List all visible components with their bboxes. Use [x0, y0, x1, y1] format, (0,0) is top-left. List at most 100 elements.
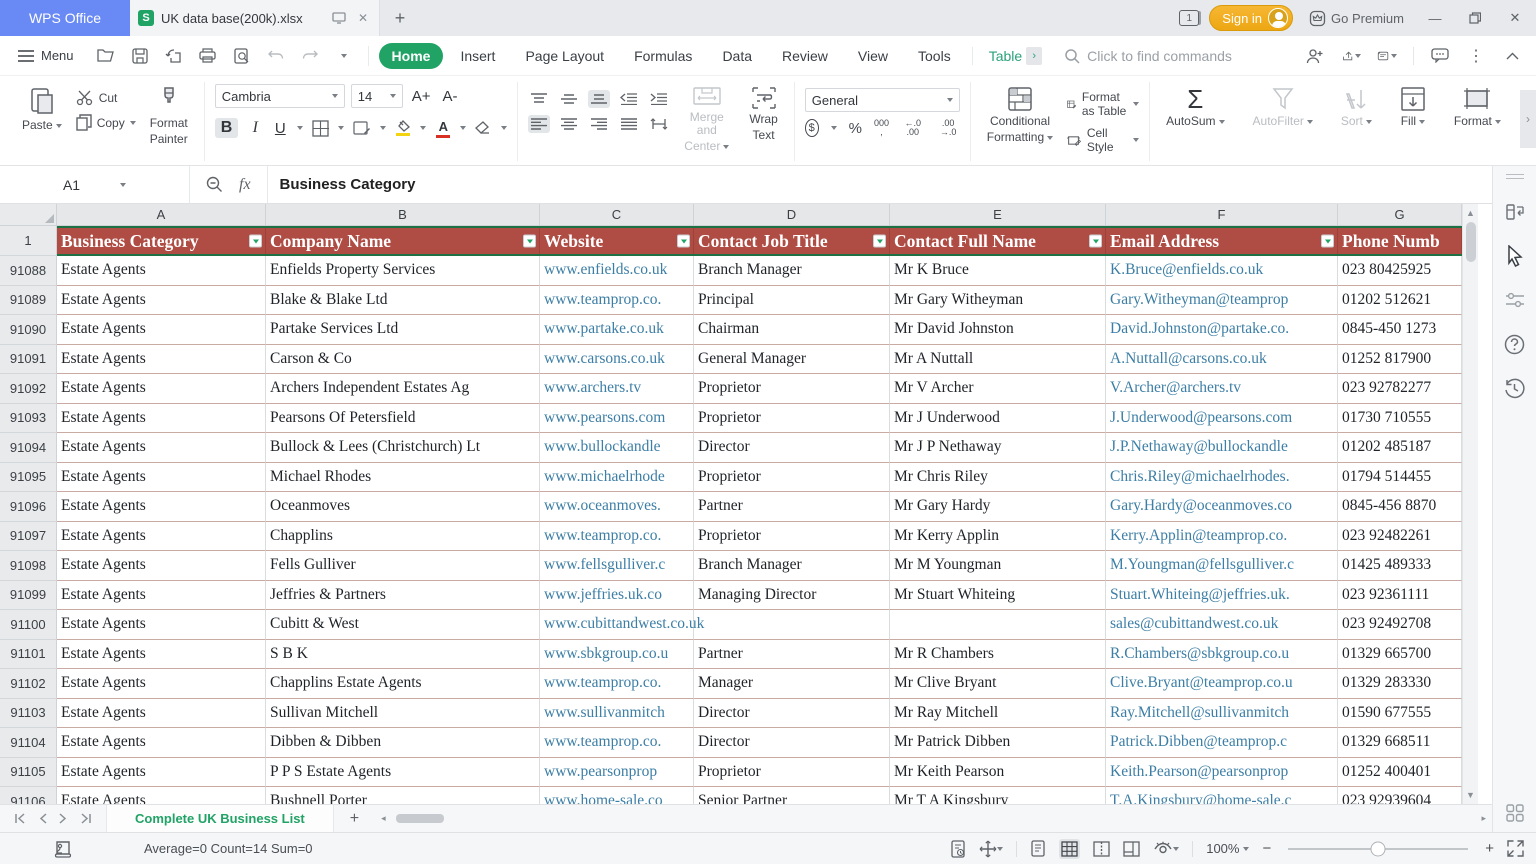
share-with-people-icon[interactable]	[1305, 46, 1325, 66]
cell-contact[interactable]: Mr T A Kingsbury	[890, 787, 1106, 804]
row-header-91091[interactable]: 91091	[0, 345, 57, 375]
cell-email[interactable]: sales@cubittandwest.co.uk	[1106, 610, 1338, 640]
cell-email[interactable]: Chris.Riley@michaelrhodes.	[1106, 463, 1338, 493]
cell-email[interactable]: Keith.Pearson@pearsonprop	[1106, 758, 1338, 788]
table-header-cell[interactable]: Email Address	[1106, 226, 1338, 256]
table-header-cell[interactable]: Contact Full Name	[890, 226, 1106, 256]
cell-website[interactable]: www.teamprop.co.	[540, 522, 694, 552]
format-button[interactable]: Format	[1448, 84, 1507, 130]
tab-table[interactable]: Table ›	[972, 47, 1046, 65]
tab-review[interactable]: Review	[769, 43, 841, 69]
cell-website[interactable]: www.sullivanmitch	[540, 699, 694, 729]
table-header-cell[interactable]: Contact Job Title	[694, 226, 890, 256]
page-break-view-icon[interactable]	[1093, 841, 1110, 857]
align-left-button[interactable]	[528, 115, 550, 133]
restore-button[interactable]	[1460, 5, 1490, 31]
cell-website[interactable]: www.pearsons.com	[540, 404, 694, 434]
cell-phone[interactable]: 023 92361111	[1338, 581, 1462, 611]
cell-email[interactable]: Kerry.Applin@teamprop.co.	[1106, 522, 1338, 552]
cell-category[interactable]: Estate Agents	[57, 315, 266, 345]
tab-insert[interactable]: Insert	[447, 43, 508, 69]
cell-contact[interactable]: Mr David Johnston	[890, 315, 1106, 345]
cell-job[interactable]: Director	[694, 728, 890, 758]
zoom-in-button[interactable]: +	[1485, 840, 1494, 857]
cell-company[interactable]: Archers Independent Estates Ag	[266, 374, 540, 404]
italic-button[interactable]: I	[247, 119, 263, 137]
tab-tools[interactable]: Tools	[905, 43, 964, 69]
cell-phone[interactable]: 023 92939604	[1338, 787, 1462, 804]
cell-job[interactable]: Managing Director	[694, 581, 890, 611]
first-sheet-icon[interactable]	[14, 813, 27, 824]
cell-job[interactable]: Branch Manager	[694, 256, 890, 286]
cell-category[interactable]: Estate Agents	[57, 728, 266, 758]
decrease-font-button[interactable]: A-	[440, 88, 461, 105]
cell-phone[interactable]: 01590 677555	[1338, 699, 1462, 729]
decrease-indent-button[interactable]	[618, 90, 640, 108]
cell-category[interactable]: Estate Agents	[57, 758, 266, 788]
row-header-91100[interactable]: 91100	[0, 610, 57, 640]
menu-button[interactable]: Menu	[10, 48, 82, 63]
cell-company[interactable]: Pearsons Of Petersfield	[266, 404, 540, 434]
cell-phone[interactable]: 01252 400401	[1338, 758, 1462, 788]
cell-job[interactable]: Senior Partner	[694, 787, 890, 804]
percent-format-button[interactable]: %	[849, 120, 862, 137]
cell-contact[interactable]: Mr Stuart Whiteing	[890, 581, 1106, 611]
fullscreen-icon[interactable]	[1507, 840, 1524, 857]
cell-website[interactable]: www.jeffries.uk.co	[540, 581, 694, 611]
cell-email[interactable]: Ray.Mitchell@sullivanmitch	[1106, 699, 1338, 729]
table-header-cell[interactable]: Website	[540, 226, 694, 256]
cell-phone[interactable]: 01252 817900	[1338, 345, 1462, 375]
cell-job[interactable]: Principal	[694, 286, 890, 316]
macro-stamp-icon[interactable]	[52, 839, 74, 859]
cell-email[interactable]: Gary.Hardy@oceanmoves.co	[1106, 492, 1338, 522]
cell-email[interactable]: Patrick.Dibben@teamprop.c	[1106, 728, 1338, 758]
row-header-91088[interactable]: 91088	[0, 256, 57, 286]
cell-email[interactable]: David.Johnston@partake.co.	[1106, 315, 1338, 345]
autofilter-button[interactable]: AutoFilter	[1247, 84, 1319, 130]
cell-category[interactable]: Estate Agents	[57, 699, 266, 729]
cell-website[interactable]: www.pearsonprop	[540, 758, 694, 788]
cell-contact[interactable]: Mr Patrick Dibben	[890, 728, 1106, 758]
cell-email[interactable]: V.Archer@archers.tv	[1106, 374, 1338, 404]
font-name-select[interactable]: Cambria	[215, 84, 345, 108]
sign-in-button[interactable]: Sign in	[1209, 5, 1293, 31]
cell-category[interactable]: Estate Agents	[57, 463, 266, 493]
align-middle-button[interactable]	[558, 90, 580, 108]
history-icon[interactable]	[1504, 377, 1526, 399]
cell-phone[interactable]: 01329 668511	[1338, 728, 1462, 758]
row-header-91099[interactable]: 91099	[0, 581, 57, 611]
zoom-slider-thumb[interactable]	[1371, 841, 1386, 856]
quickbar-more-icon[interactable]	[334, 46, 354, 66]
cell-phone[interactable]: 01425 489333	[1338, 551, 1462, 581]
horizontal-scrollbar[interactable]: ◂ ▸	[375, 805, 1492, 832]
cell-website[interactable]: www.bullockandle	[540, 433, 694, 463]
cell-job[interactable]: General Manager	[694, 345, 890, 375]
column-header-a[interactable]: A	[57, 204, 266, 225]
justify-button[interactable]	[618, 115, 640, 133]
cell-contact[interactable]	[890, 610, 1106, 640]
vscroll-thumb[interactable]	[1466, 222, 1476, 262]
row-header-91105[interactable]: 91105	[0, 758, 57, 788]
cell-phone[interactable]: 0845-456 8870	[1338, 492, 1462, 522]
filter-dropdown-icon[interactable]	[677, 235, 690, 248]
cell-email[interactable]: J.Underwood@pearsons.com	[1106, 404, 1338, 434]
page-layout-view-icon[interactable]	[1123, 841, 1140, 857]
cell-email[interactable]: Stuart.Whiteing@jeffries.uk.	[1106, 581, 1338, 611]
command-search[interactable]: Click to find commands	[1064, 48, 1305, 64]
app-grid-icon[interactable]	[1504, 802, 1526, 824]
cell-company[interactable]: Dibben & Dibben	[266, 728, 540, 758]
cell-company[interactable]: Cubitt & West	[266, 610, 540, 640]
paste-button[interactable]: Paste	[16, 84, 68, 134]
cell-email[interactable]: Clive.Bryant@teamprop.co.u	[1106, 669, 1338, 699]
cell-website[interactable]: www.teamprop.co.	[540, 286, 694, 316]
column-header-f[interactable]: F	[1106, 204, 1338, 225]
zoom-level[interactable]: 100%	[1206, 841, 1249, 856]
row-header-91089[interactable]: 91089	[0, 286, 57, 316]
cell-category[interactable]: Estate Agents	[57, 522, 266, 552]
reading-mode-icon[interactable]	[1153, 841, 1179, 856]
column-header-c[interactable]: C	[540, 204, 694, 225]
cell-contact[interactable]: Mr V Archer	[890, 374, 1106, 404]
row-header-1[interactable]: 1	[0, 226, 57, 256]
cell-company[interactable]: Blake & Blake Ltd	[266, 286, 540, 316]
cell-company[interactable]: Fells Gulliver	[266, 551, 540, 581]
